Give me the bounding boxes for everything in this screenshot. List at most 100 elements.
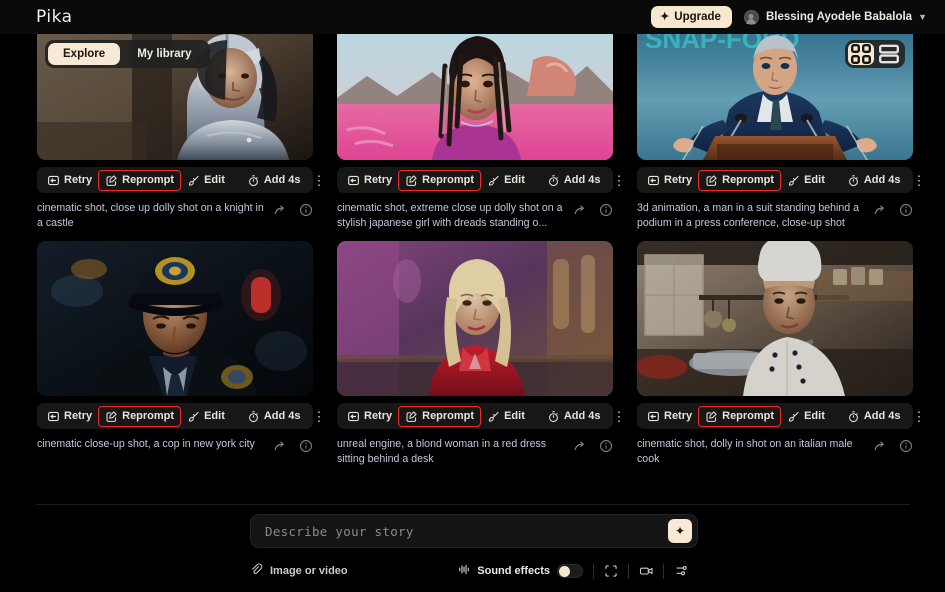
tab-my-library[interactable]: My library — [122, 43, 206, 65]
paperclip-icon — [250, 563, 263, 579]
settings-button[interactable] — [664, 560, 698, 582]
edit-label: Edit — [804, 410, 825, 422]
info-icon[interactable] — [599, 203, 613, 217]
video-card: Retry Reprompt Edit Add 4s ⋮ cinematic s… — [337, 26, 626, 231]
add-duration-label: Add 4s — [863, 410, 901, 422]
top-bar: Pika ✦ Upgrade Blessing Ayodele Babalola… — [0, 0, 945, 34]
add-duration-button[interactable]: Add 4s — [242, 407, 306, 426]
retry-button[interactable]: Retry — [42, 171, 97, 190]
more-options-icon[interactable]: ⋮ — [608, 174, 631, 187]
more-options-icon[interactable]: ⋮ — [908, 174, 931, 187]
caption-row: cinematic shot, extreme close up dolly s… — [337, 201, 613, 231]
more-options-icon[interactable]: ⋮ — [308, 174, 331, 187]
add-duration-label: Add 4s — [563, 174, 601, 186]
retry-button[interactable]: Retry — [42, 407, 97, 426]
reprompt-label: Reprompt — [422, 410, 475, 422]
info-icon[interactable] — [299, 439, 313, 453]
video-thumbnail-cop[interactable] — [37, 241, 313, 396]
sound-effects-toggle[interactable]: Sound effects — [458, 563, 593, 579]
video-thumbnail-blond-woman[interactable] — [337, 241, 613, 396]
edit-button[interactable]: Edit — [182, 171, 230, 190]
brush-icon — [187, 410, 200, 423]
retry-icon — [47, 410, 60, 423]
video-thumbnail-press-conference[interactable]: SNAP-FORD — [637, 26, 913, 160]
add-duration-label: Add 4s — [863, 174, 901, 186]
reprompt-button[interactable]: Reprompt — [98, 405, 182, 427]
prompt-input-box[interactable]: ✦ — [250, 514, 698, 548]
reprompt-button[interactable]: Reprompt — [698, 169, 782, 191]
share-icon[interactable] — [573, 439, 587, 453]
video-thumbnail-japanese-girl[interactable] — [337, 26, 613, 160]
reprompt-button[interactable]: Reprompt — [398, 169, 482, 191]
retry-icon — [647, 174, 660, 187]
stopwatch-icon — [547, 410, 560, 423]
reprompt-button[interactable]: Reprompt — [398, 405, 482, 427]
video-thumbnail-italian-cook[interactable] — [637, 241, 913, 396]
pencil-square-icon — [105, 174, 118, 187]
retry-button[interactable]: Retry — [642, 171, 697, 190]
retry-label: Retry — [64, 174, 93, 186]
reprompt-button[interactable]: Reprompt — [98, 169, 182, 191]
caption-row: cinematic shot, dolly in shot on an ital… — [637, 437, 913, 467]
retry-icon — [647, 410, 660, 423]
info-icon[interactable] — [899, 203, 913, 217]
prompt-footer: Image or video Sound effects — [250, 560, 698, 582]
card-toolbar: Retry Reprompt Edit Add 4s ⋮ — [637, 403, 926, 429]
video-mode-button[interactable] — [629, 560, 663, 582]
more-options-icon[interactable]: ⋮ — [608, 410, 631, 423]
share-icon[interactable] — [273, 439, 287, 453]
list-icon — [879, 44, 899, 64]
edit-button[interactable]: Edit — [482, 171, 530, 190]
retry-button[interactable]: Retry — [342, 171, 397, 190]
add-duration-button[interactable]: Add 4s — [542, 171, 606, 190]
tab-explore[interactable]: Explore — [48, 43, 121, 65]
more-options-icon[interactable]: ⋮ — [308, 410, 331, 423]
retry-icon — [47, 174, 60, 187]
share-icon[interactable] — [273, 203, 287, 217]
video-thumbnail-knight[interactable]: Explore My library — [37, 26, 313, 160]
edit-button[interactable]: Edit — [482, 407, 530, 426]
retry-label: Retry — [64, 410, 93, 422]
edit-button[interactable]: Edit — [782, 407, 830, 426]
sound-effects-switch[interactable] — [557, 564, 583, 578]
brush-icon — [787, 174, 800, 187]
more-options-icon[interactable]: ⋮ — [908, 410, 931, 423]
edit-label: Edit — [204, 174, 225, 186]
grid-view-button[interactable] — [848, 43, 874, 65]
attach-media-button[interactable]: Image or video — [250, 563, 348, 579]
video-card: Retry Reprompt Edit Add 4s ⋮ cinematic s… — [637, 241, 926, 467]
caption-row: unreal engine, a blond woman in a red dr… — [337, 437, 613, 467]
generate-button[interactable]: ✦ — [668, 519, 692, 543]
sparkle-icon: ✦ — [660, 10, 670, 23]
reprompt-button[interactable]: Reprompt — [698, 405, 782, 427]
stopwatch-icon — [847, 410, 860, 423]
video-card-grid: Explore My library Retry Reprompt Edit A… — [0, 26, 945, 467]
add-duration-button[interactable]: Add 4s — [842, 407, 906, 426]
retry-label: Retry — [664, 410, 693, 422]
add-duration-button[interactable]: Add 4s — [242, 171, 306, 190]
caption-actions — [873, 437, 913, 453]
caption-actions — [273, 201, 313, 217]
caption-row: cinematic close-up shot, a cop in new yo… — [37, 437, 313, 453]
share-icon[interactable] — [873, 439, 887, 453]
add-duration-button[interactable]: Add 4s — [542, 407, 606, 426]
stopwatch-icon — [847, 174, 860, 187]
add-duration-button[interactable]: Add 4s — [842, 171, 906, 190]
info-icon[interactable] — [599, 439, 613, 453]
edit-button[interactable]: Edit — [182, 407, 230, 426]
upgrade-button[interactable]: ✦ Upgrade — [651, 6, 732, 28]
account-menu[interactable]: Blessing Ayodele Babalola ▼ — [743, 9, 931, 25]
prompt-input[interactable] — [265, 523, 668, 539]
retry-button[interactable]: Retry — [342, 407, 397, 426]
list-view-button[interactable] — [876, 43, 902, 65]
aspect-ratio-button[interactable] — [594, 560, 628, 582]
sparkle-icon: ✦ — [674, 524, 686, 538]
retry-label: Retry — [364, 410, 393, 422]
retry-button[interactable]: Retry — [642, 407, 697, 426]
share-icon[interactable] — [573, 203, 587, 217]
info-icon[interactable] — [899, 439, 913, 453]
share-icon[interactable] — [873, 203, 887, 217]
edit-button[interactable]: Edit — [782, 171, 830, 190]
info-icon[interactable] — [299, 203, 313, 217]
video-camera-icon — [639, 567, 653, 575]
